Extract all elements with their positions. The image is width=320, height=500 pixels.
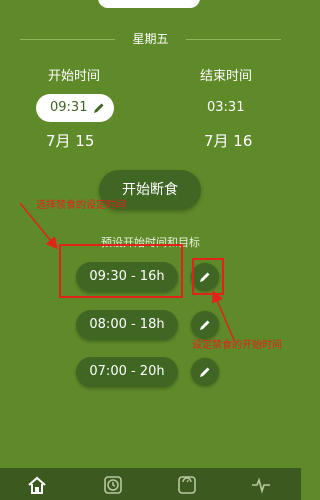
pulse-icon[interactable]	[250, 474, 272, 496]
start-date: 7月 15	[46, 132, 95, 150]
annotation-box-preset	[59, 244, 183, 298]
pencil-icon	[200, 320, 210, 330]
edit-preset-button[interactable]	[191, 358, 219, 386]
start-time-button[interactable]: 09:31	[36, 94, 114, 122]
annotation-select-preset: 选择禁食的设定时间	[36, 200, 126, 211]
pencil-icon	[200, 367, 210, 377]
pencil-icon	[94, 103, 104, 113]
home-icon[interactable]	[26, 474, 48, 496]
start-time-title: 开始时间	[48, 69, 101, 84]
annotation-set-start: 设定禁食的开始时间	[192, 340, 282, 351]
start-time-value: 09:31	[50, 100, 88, 115]
clock-icon[interactable]	[102, 474, 124, 496]
scale-icon[interactable]	[176, 474, 198, 496]
divider-right	[186, 39, 281, 40]
preset-option[interactable]: 08:00 - 18h	[76, 310, 178, 340]
arrow-to-edit	[212, 290, 235, 341]
edit-preset-button[interactable]	[191, 311, 219, 339]
preset-option[interactable]: 07:00 - 20h	[76, 357, 178, 387]
annotation-box-edit	[192, 258, 224, 295]
end-time-value: 03:31	[207, 100, 245, 115]
end-time-title: 结束时间	[200, 69, 253, 84]
bottom-tab-bar	[0, 468, 301, 500]
weekday-separator: 星期五	[20, 30, 281, 48]
fasting-screen: 星期五 开始时间 结束时间 09:31 03:31 7月 15 7月 16 开始…	[0, 0, 301, 500]
end-date: 7月 16	[204, 132, 253, 150]
